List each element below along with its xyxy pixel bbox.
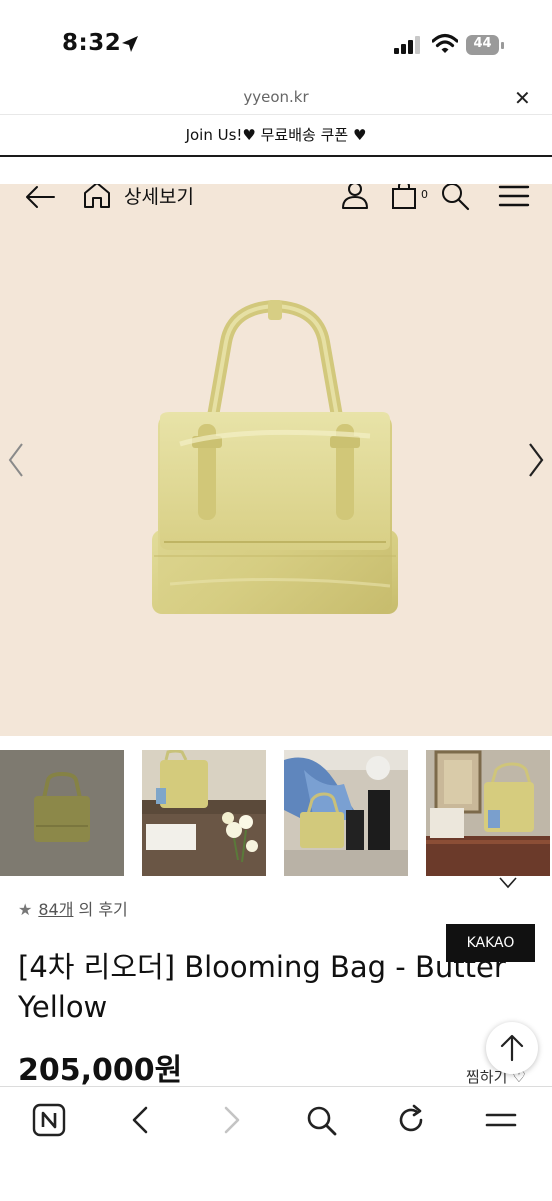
thumbnail-bag-model bbox=[284, 750, 408, 876]
url-text[interactable]: yyeon.kr bbox=[0, 88, 552, 106]
cart-count-badge: 0 bbox=[421, 188, 428, 201]
browser-toolbar bbox=[0, 1086, 552, 1201]
review-summary[interactable]: ★ 84개 의 후기 bbox=[18, 896, 128, 920]
thumbnail-bag-grey bbox=[0, 750, 124, 876]
thumbnail-bag-shelf bbox=[426, 750, 550, 876]
battery-level: 44 bbox=[473, 36, 492, 51]
thumbnail-strip bbox=[0, 750, 552, 876]
back-arrow-icon[interactable] bbox=[24, 184, 56, 210]
thumbnail-bag-desk-flowers bbox=[142, 750, 266, 876]
close-icon[interactable]: ✕ bbox=[514, 86, 531, 110]
thumbnail-4[interactable] bbox=[426, 750, 550, 876]
thumbnail-1[interactable] bbox=[0, 750, 124, 876]
product-price: 205,000원 bbox=[18, 1053, 183, 1088]
status-time: 8:32 bbox=[62, 30, 122, 56]
battery-icon: 44 bbox=[466, 35, 506, 55]
back-icon[interactable] bbox=[124, 1103, 158, 1137]
browser-url-bar[interactable]: yyeon.kr ✕ bbox=[0, 80, 552, 115]
thumbnail-2[interactable] bbox=[142, 750, 266, 876]
review-count-link[interactable]: 84개 bbox=[38, 900, 73, 919]
review-suffix: 의 후기 bbox=[78, 900, 128, 919]
scroll-to-top-button[interactable] bbox=[486, 1022, 538, 1074]
handbag-illustration bbox=[152, 299, 398, 614]
location-arrow-icon bbox=[122, 36, 138, 52]
naver-n-icon[interactable] bbox=[32, 1103, 66, 1137]
product-hero-image: 상세보기 0 bbox=[0, 184, 552, 736]
previous-image-icon[interactable] bbox=[6, 442, 26, 478]
search-icon[interactable] bbox=[440, 184, 470, 211]
search-icon[interactable] bbox=[304, 1103, 338, 1137]
hamburger-menu-icon[interactable] bbox=[498, 184, 530, 208]
chevron-down-icon[interactable] bbox=[498, 876, 518, 890]
next-image-icon[interactable] bbox=[526, 442, 546, 478]
arrow-up-icon bbox=[500, 1034, 524, 1062]
home-icon[interactable] bbox=[82, 184, 112, 210]
star-icon: ★ bbox=[18, 900, 33, 919]
promo-banner[interactable]: Join Us!♥ 무료배송 쿠폰 ♥ bbox=[0, 115, 552, 157]
user-icon[interactable] bbox=[340, 184, 370, 210]
forward-icon[interactable] bbox=[214, 1103, 248, 1137]
promo-text[interactable]: Join Us!♥ 무료배송 쿠폰 ♥ bbox=[0, 124, 552, 145]
menu-icon[interactable] bbox=[484, 1103, 518, 1137]
cart-icon[interactable] bbox=[391, 184, 417, 210]
reload-icon[interactable] bbox=[394, 1103, 428, 1137]
thumbnail-3[interactable] bbox=[284, 750, 408, 876]
page-title: 상세보기 bbox=[124, 186, 194, 208]
kakao-button[interactable]: KAKAO bbox=[446, 924, 535, 962]
wifi-icon bbox=[432, 33, 458, 53]
status-bar: 8:32 44 bbox=[0, 0, 552, 80]
cellular-signal-icon bbox=[394, 36, 420, 54]
